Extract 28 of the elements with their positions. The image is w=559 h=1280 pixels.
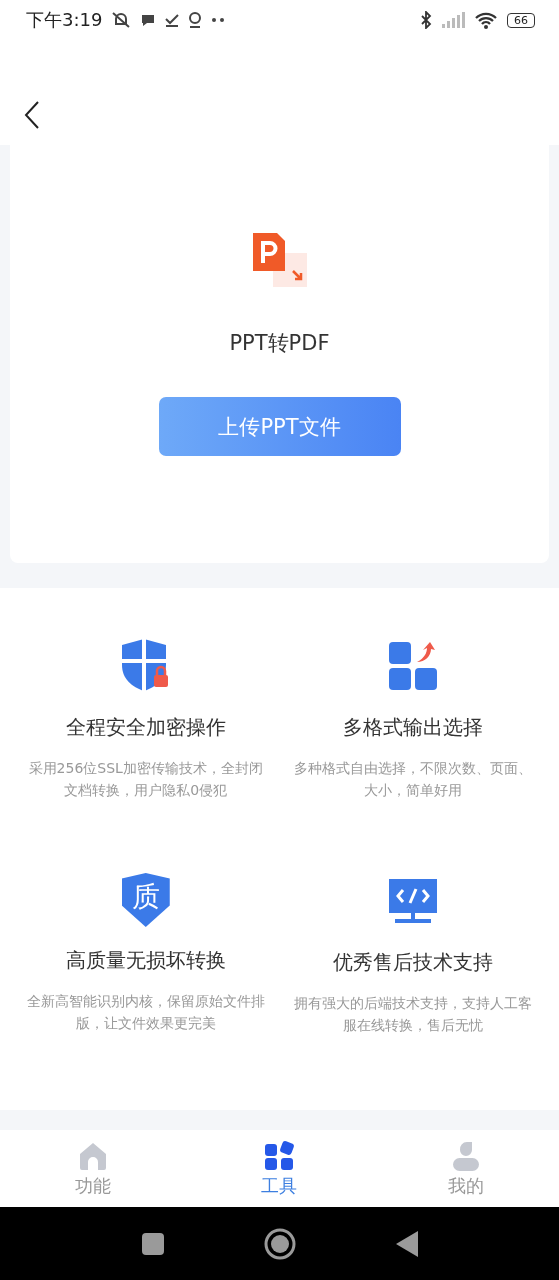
chat-icon <box>140 13 157 27</box>
nav-tab[interactable]: 功能 <box>43 1139 144 1198</box>
tool-title: PPT转PDF <box>229 330 330 357</box>
ppt-file-icon <box>250 231 309 289</box>
feature-description: 拥有强大的后端技术支持，支持人工客服在线转换，售后无忧 <box>293 994 534 1035</box>
shield-badge: 质 <box>121 873 170 927</box>
feature-title: 多格式输出选择 <box>343 714 484 741</box>
back-icon[interactable] <box>24 100 40 130</box>
bluetooth-icon <box>420 11 432 29</box>
feature-description: 全新高智能识别内核，保留原始文件排版，让文件效果更完美 <box>25 992 266 1033</box>
battery-indicator: 66 <box>507 12 535 28</box>
feature-title: 全程安全加密操作 <box>65 714 226 741</box>
status-time: 下午3:19 <box>26 8 103 32</box>
back-triangle-icon[interactable] <box>395 1230 418 1257</box>
more-dots-icon <box>211 17 226 23</box>
signal-icon <box>441 12 465 28</box>
tools-grid-icon <box>263 1139 296 1172</box>
upload-button[interactable]: 上传PPT文件 <box>158 397 401 456</box>
nav-tab[interactable]: 我的 <box>415 1139 516 1198</box>
recents-icon[interactable] <box>141 1232 164 1255</box>
feature-title: 优秀售后技术支持 <box>333 949 494 976</box>
home-button-icon[interactable] <box>263 1227 296 1260</box>
feature-title: 高质量无损坏转换 <box>65 947 226 974</box>
checkmark-icon <box>165 13 180 27</box>
feature-description: 采用256位SSL加密传输技术，全封闭文档转换，用户隐私0侵犯 <box>27 759 264 800</box>
feature-description: 多种格式自由选择，不限次数、页面、大小，简单好用 <box>293 759 534 800</box>
nav-tab[interactable]: 工具 <box>229 1139 330 1198</box>
wifi-icon <box>474 11 498 29</box>
